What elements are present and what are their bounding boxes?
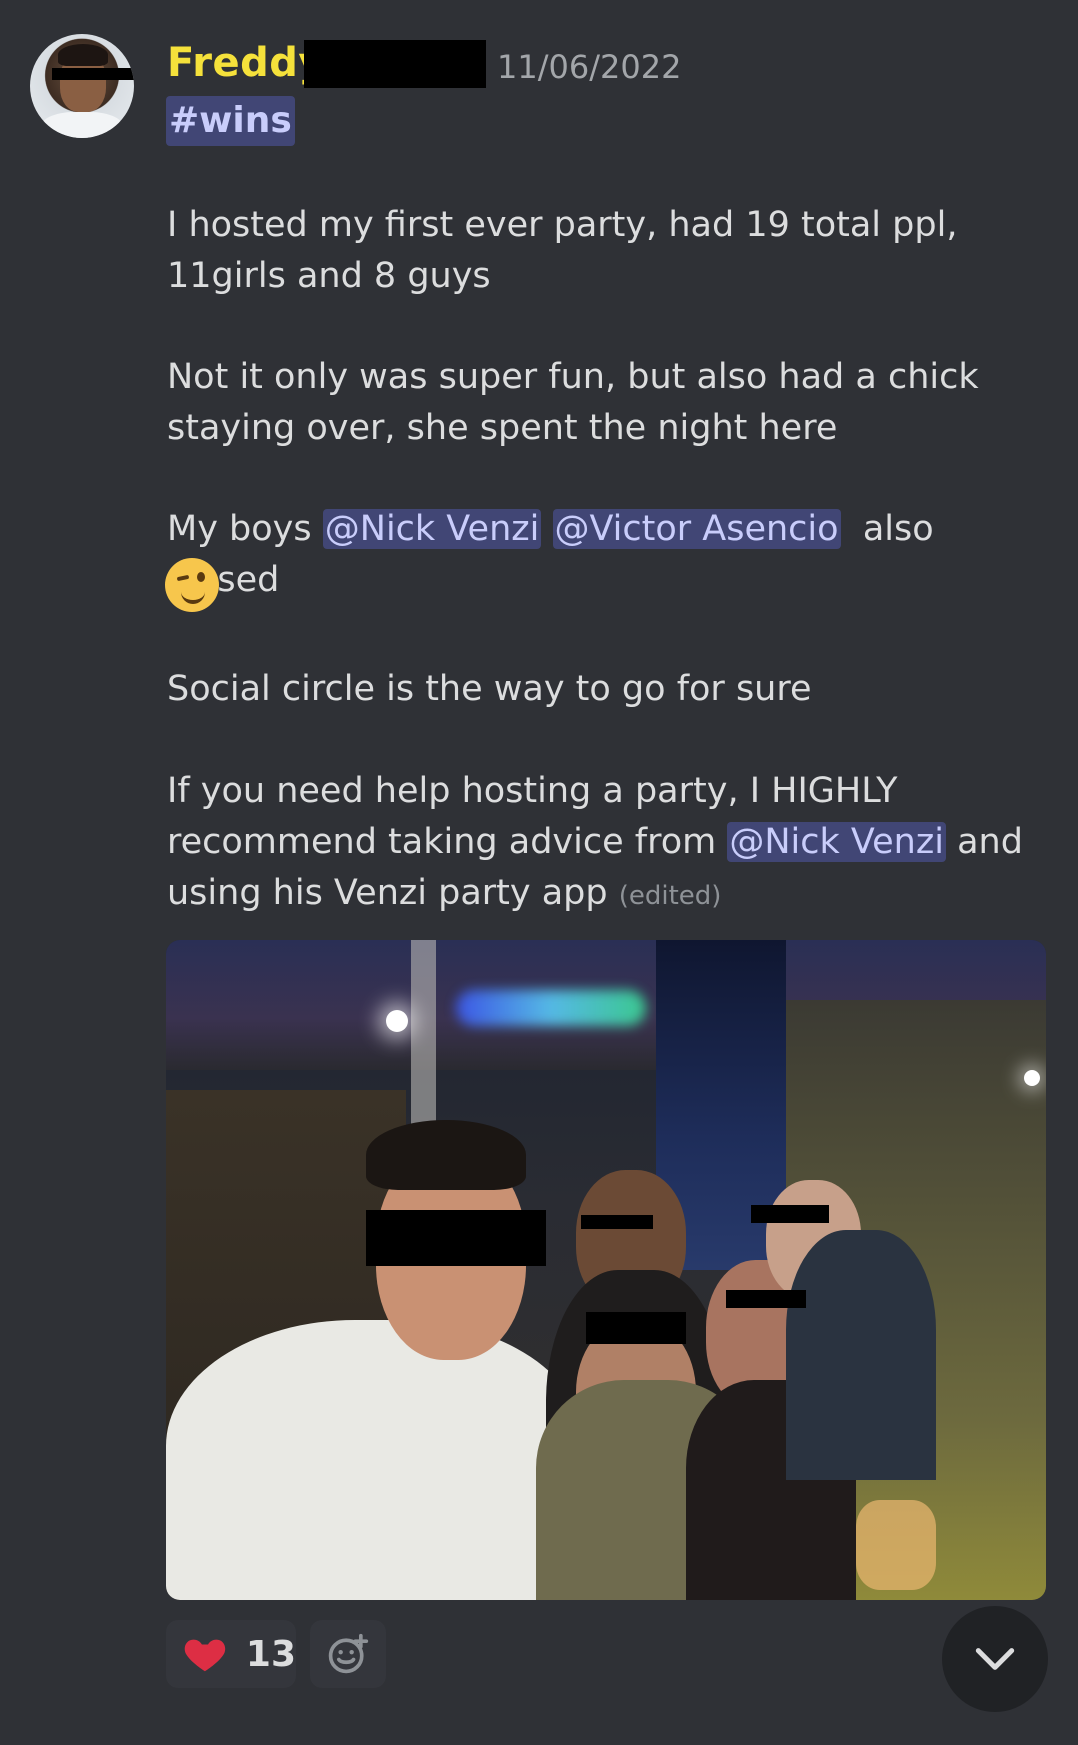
photo-neon-light [456,990,646,1026]
username[interactable]: Freddy [167,40,325,86]
photo-redaction-bar [726,1290,806,1308]
scroll-down-button[interactable] [942,1606,1048,1712]
photo-redaction-bar [586,1312,686,1344]
photo-person-shirt [166,1320,586,1600]
photo-redaction-bar [581,1215,653,1229]
mention-nick-venzi[interactable]: @Nick Venzi [322,509,542,549]
message-paragraph: Not it only was super fun, but also had … [167,357,979,448]
avatar-redaction-bar [52,68,134,80]
channel-tag[interactable]: #wins [166,96,295,146]
photo-redaction-bar [751,1205,829,1223]
attached-photo[interactable] [166,940,1046,1600]
message-paragraph: I hosted my first ever party, had 19 tot… [167,205,958,296]
add-reaction-button[interactable] [310,1620,386,1688]
avatar-shirt [40,112,124,138]
chevron-down-icon [975,1648,1015,1670]
heart-icon [184,1639,226,1672]
reaction-heart[interactable]: 13 [166,1620,296,1688]
photo-redaction-bar [366,1210,546,1266]
photo-person-hair [366,1120,526,1190]
username-redaction [304,40,486,88]
avatar[interactable] [30,34,134,138]
emoji-eye [197,572,205,582]
message-paragraph: My boys @Nick Venzi @Victor Asencio also… [167,504,1047,606]
emoji-mouth [181,588,205,604]
mention-nick-venzi[interactable]: @Nick Venzi [727,822,946,862]
avatar-hair [58,44,108,66]
edited-label: (edited) [618,881,722,911]
reaction-count: 13 [245,1633,296,1675]
message-paragraph: Social circle is the way to go for sure [167,669,812,709]
add-emoji-icon [328,1633,369,1674]
photo-person-body [786,1230,936,1480]
winking-face-emoji-icon [165,558,219,612]
photo-drink-cup [856,1500,936,1590]
emoji-eye [176,574,190,582]
timestamp: 11/06/2022 [497,48,682,86]
mention-victor-asencio[interactable]: @Victor Asencio [552,509,841,549]
photo-flash-light [386,1010,408,1032]
photo-flash-light [1024,1070,1040,1086]
text: My boys [167,509,312,549]
message-paragraph: If you need help hosting a party, I HIGH… [167,766,1047,922]
